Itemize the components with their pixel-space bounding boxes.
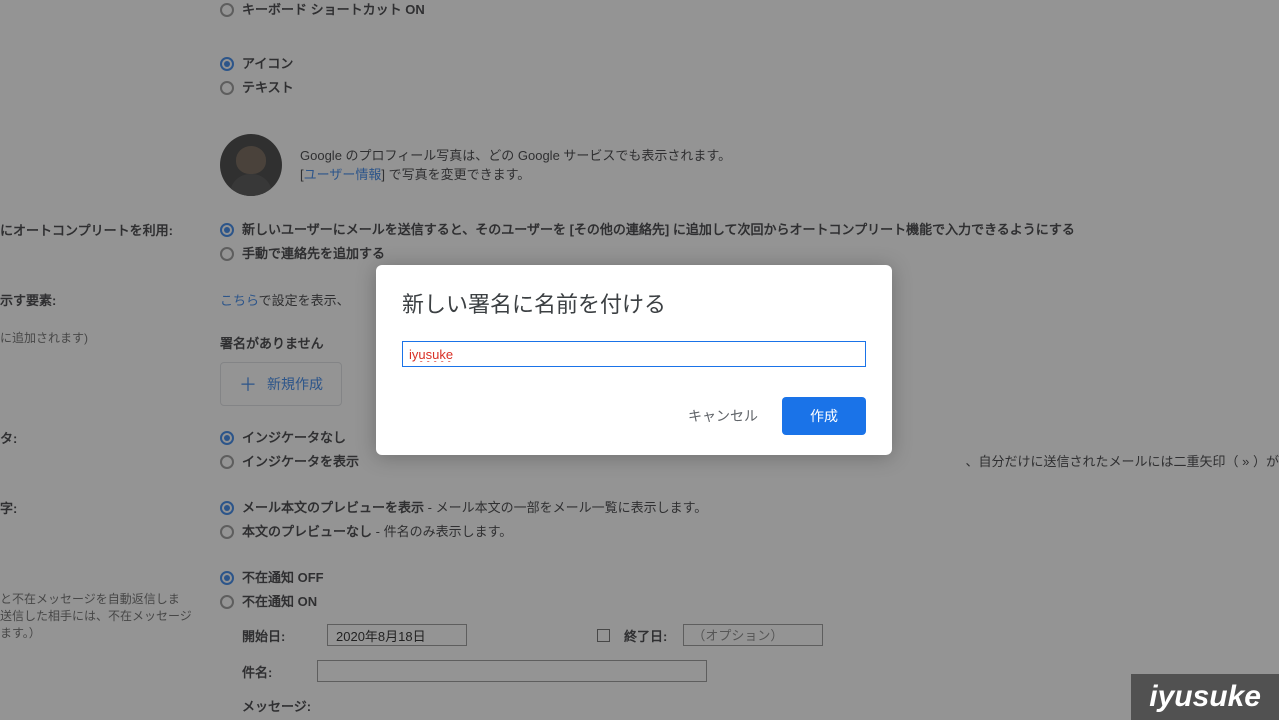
signature-name-input[interactable] (402, 341, 866, 367)
signature-name-modal: 新しい署名に名前を付ける キャンセル 作成 (376, 265, 892, 455)
watermark: iyusuke (1131, 674, 1279, 720)
create-button[interactable]: 作成 (782, 397, 866, 435)
cancel-button[interactable]: キャンセル (674, 397, 772, 435)
modal-title: 新しい署名に名前を付ける (402, 287, 866, 319)
